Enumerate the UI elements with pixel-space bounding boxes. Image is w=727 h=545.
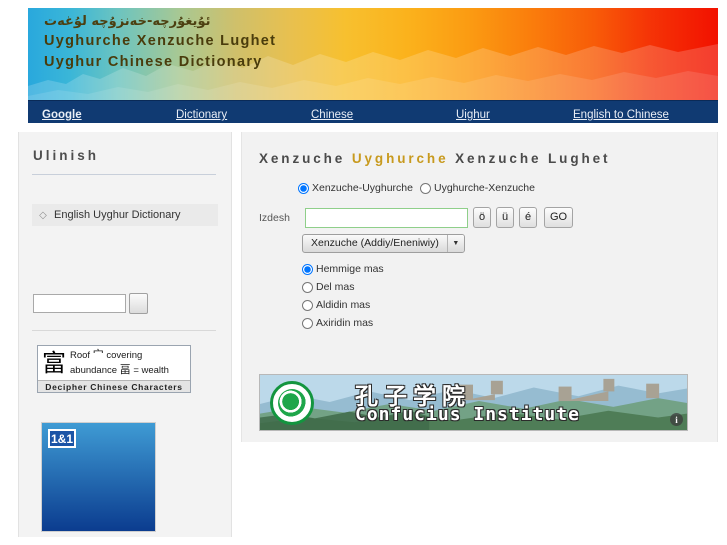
match-radio-3[interactable]: [302, 317, 313, 329]
ad-chinese-line2-b: = wealth: [133, 365, 169, 376]
page-title-part3: Lughet: [548, 151, 611, 166]
nav-item-dictionary[interactable]: Dictionary: [176, 105, 227, 123]
direction-radio-group: Xenzuche-Uyghurche Uyghurche-Xenzuche: [298, 182, 535, 194]
special-char-button-o-umlaut[interactable]: ö: [473, 207, 491, 228]
match-label-0: Hemmige mas: [316, 263, 384, 275]
sidebar-title: Ulinish: [33, 148, 100, 163]
banner-title-latin: Uyghurche Xenzuche Lughet: [44, 33, 277, 49]
page-title-part2: Xenzuche: [455, 151, 542, 166]
script-select[interactable]: Xenzuche (Addiy/Eneniwiy) ▼: [302, 234, 465, 253]
sidebar-item-english-uyghur-dictionary[interactable]: ◇ English Uyghur Dictionary: [32, 204, 218, 226]
banner-title-arabic: ئۇيغۇرچە-خەنزۇچە لۇغەت: [44, 14, 211, 29]
match-option-aldidin-mas[interactable]: Aldidin mas: [302, 296, 384, 314]
nav-item-google[interactable]: Google: [42, 105, 116, 123]
nav-link-uighur[interactable]: Uighur: [456, 109, 490, 121]
confucius-logo-swirl-icon: [278, 389, 306, 417]
ad-chinese-line1-a: Roof: [70, 350, 91, 361]
banner-title-english: Uyghur Chinese Dictionary: [44, 54, 263, 70]
script-select-value: Xenzuche (Addiy/Eneniwiy): [311, 237, 439, 249]
match-option-axiridin-mas[interactable]: Axiridin mas: [302, 314, 384, 332]
match-label-1: Del mas: [316, 281, 355, 293]
nav-item-uighur[interactable]: Uighur: [456, 105, 490, 123]
direction-label-1: Uyghurche-Xenzuche: [433, 182, 535, 194]
diamond-bullet-icon: ◇: [39, 209, 47, 221]
match-label-2: Aldidin mas: [316, 299, 371, 311]
main-navbar: Google Dictionary Chinese Uighur English…: [28, 100, 718, 123]
nav-link-google[interactable]: Google: [42, 109, 116, 121]
sidebar-item-label: English Uyghur Dictionary: [54, 209, 181, 221]
ad-chinese-line-1: Roof 宀 covering: [70, 348, 169, 363]
info-icon[interactable]: i: [670, 413, 683, 426]
confucius-institute-logo: [270, 381, 314, 425]
go-button[interactable]: GO: [544, 207, 574, 228]
match-radio-2[interactable]: [302, 299, 313, 311]
page-title-part1: Xenzuche: [259, 151, 346, 166]
ad-decipher-chinese-characters[interactable]: 富 Roof 宀 covering abundance 畐 = wealth D…: [37, 345, 191, 393]
direction-option-xenzuche-uyghurche[interactable]: Xenzuche-Uyghurche: [298, 182, 413, 194]
match-mode-radio-group: Hemmige mas Del mas Aldidin mas Axiridin…: [302, 260, 384, 332]
ad-chinese-line1-b: covering: [106, 350, 143, 361]
chevron-down-icon: ▼: [446, 235, 464, 252]
match-option-del-mas[interactable]: Del mas: [302, 278, 384, 296]
page-title-highlight: Uyghurche: [351, 151, 449, 166]
nav-item-chinese[interactable]: Chinese: [311, 105, 353, 123]
ad-1and1-banner[interactable]: 1&1: [41, 422, 156, 532]
main-content-panel: Xenzuche Uyghurche Xenzuche Lughet Xenzu…: [241, 132, 718, 442]
ad-chinese-footer: Decipher Chinese Characters: [38, 380, 190, 392]
nav-link-chinese[interactable]: Chinese: [311, 109, 353, 121]
ad-chinese-line2-a: abundance: [70, 365, 118, 376]
banner-title-block: ئۇيغۇرچە-خەنزۇچە لۇغەت Uyghurche Xenzuch…: [44, 12, 276, 73]
sidebar: Ulinish ◇ English Uyghur Dictionary 富 Ro…: [18, 132, 232, 537]
page-root: ئۇيغۇرچە-خەنزۇچە لۇغەت Uyghurche Xenzuch…: [0, 0, 727, 545]
script-select-row: Xenzuche (Addiy/Eneniwiy) ▼: [302, 233, 465, 253]
direction-option-uyghurche-xenzuche[interactable]: Uyghurche-Xenzuche: [419, 182, 535, 194]
ad-chinese-line1-glyph: 宀: [92, 348, 104, 361]
page-title: Xenzuche Uyghurche Xenzuche Lughet: [259, 151, 610, 166]
sidebar-divider: [32, 174, 216, 175]
ad-chinese-big-character: 富: [42, 349, 66, 377]
search-form-row: Izdesh ö ü é GO: [259, 207, 574, 228]
sidebar-divider-2: [32, 330, 216, 331]
ad-1and1-logo: 1&1: [48, 429, 76, 448]
sidebar-search-form: [33, 293, 148, 314]
site-header-banner: ئۇيغۇرچە-خەنزۇچە لۇغەت Uyghurche Xenzuch…: [28, 8, 718, 100]
ad-chinese-line-2: abundance 畐 = wealth: [70, 363, 169, 378]
ad-confucius-institute-banner[interactable]: 孔子学院 Confucius Institute i: [259, 374, 688, 431]
nav-item-english-to-chinese[interactable]: English to Chinese: [573, 105, 669, 123]
confucius-english-title: Confucius Institute: [355, 404, 580, 425]
ad-chinese-line2-glyph: 畐: [119, 363, 131, 376]
search-label: Izdesh: [259, 211, 290, 224]
nav-link-dictionary[interactable]: Dictionary: [176, 109, 227, 121]
direction-radio-0[interactable]: [298, 182, 309, 194]
nav-link-english-to-chinese[interactable]: English to Chinese: [573, 109, 669, 121]
direction-label-0: Xenzuche-Uyghurche: [312, 182, 413, 194]
match-label-3: Axiridin mas: [316, 317, 374, 329]
match-option-hemmige-mas[interactable]: Hemmige mas: [302, 260, 384, 278]
sidebar-search-button[interactable]: [129, 293, 148, 314]
search-input[interactable]: [305, 207, 468, 228]
direction-radio-1[interactable]: [419, 182, 431, 194]
sidebar-search-input[interactable]: [33, 294, 126, 313]
special-char-button-u-umlaut[interactable]: ü: [496, 207, 514, 228]
match-radio-1[interactable]: [302, 281, 313, 293]
special-char-button-e-acute[interactable]: é: [519, 207, 537, 228]
match-radio-0[interactable]: [302, 263, 313, 275]
